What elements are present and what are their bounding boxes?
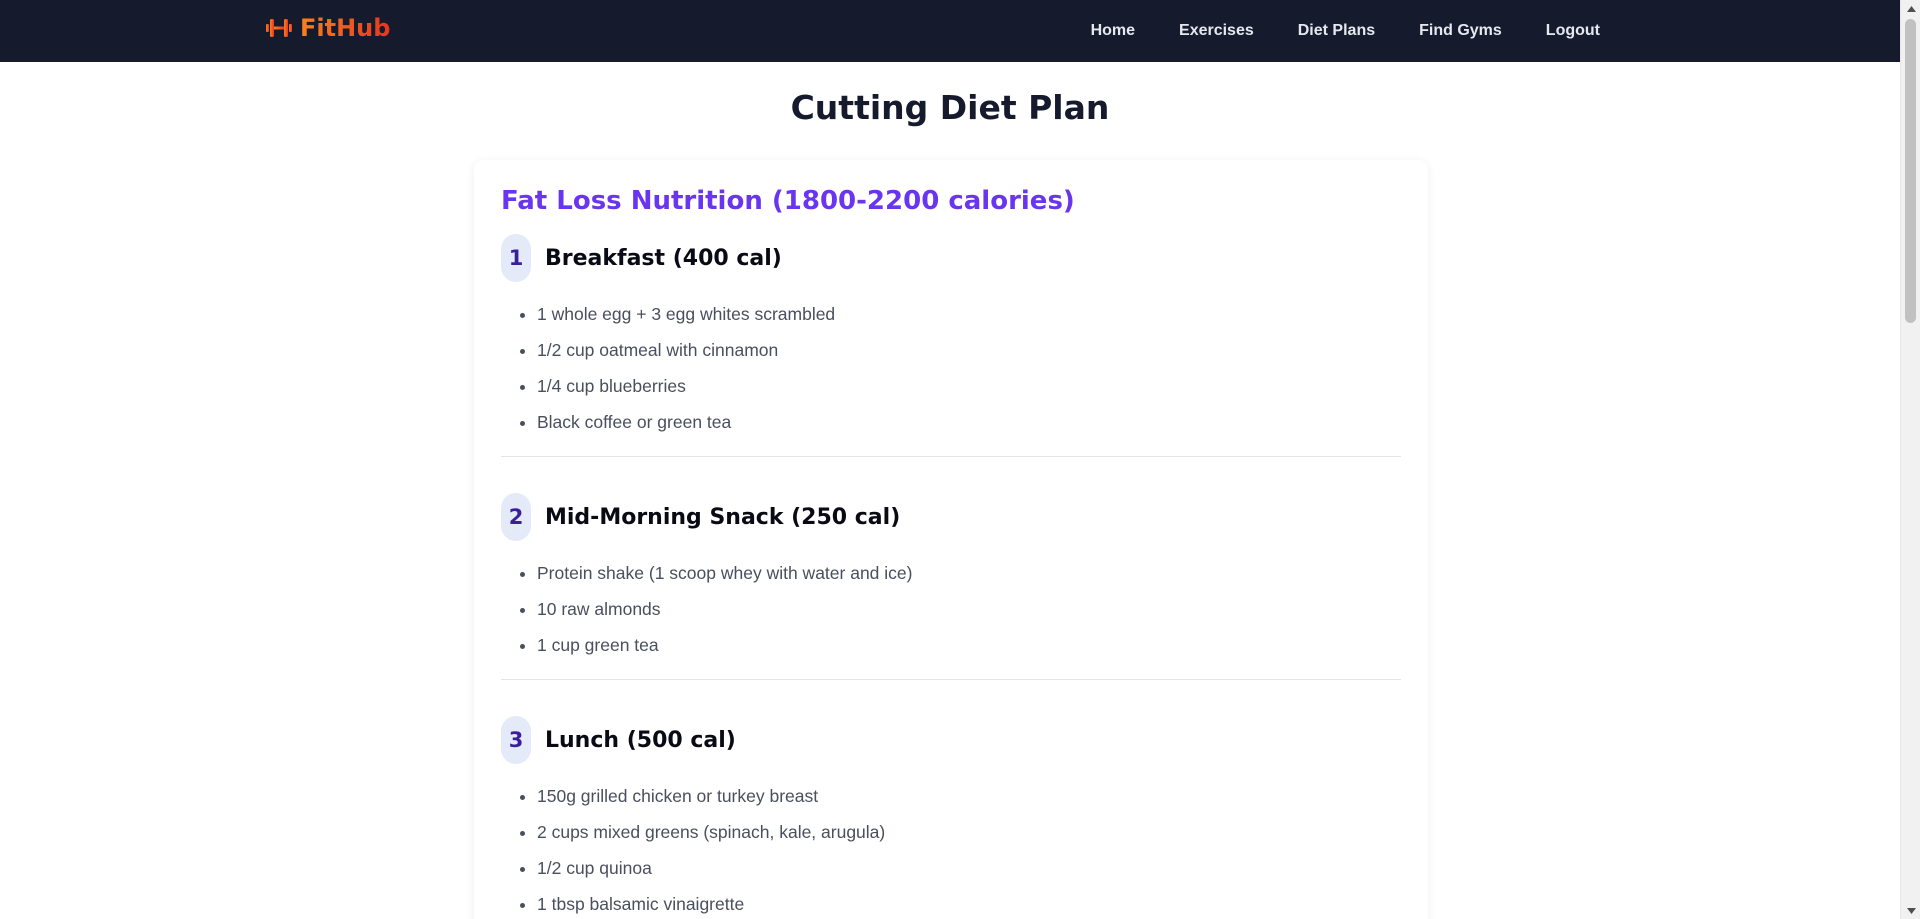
meal-item: 1 whole egg + 3 egg whites scrambled: [537, 296, 1401, 332]
page-viewport: FitHub Home Exercises Diet Plans Find Gy…: [0, 0, 1920, 919]
nav-link-find-gyms[interactable]: Find Gyms: [1397, 22, 1524, 40]
meal-section: 2 Mid-Morning Snack (250 cal) Protein sh…: [501, 493, 1401, 680]
meal-item: 1/2 cup oatmeal with cinnamon: [537, 332, 1401, 368]
meal-items-list: 1 whole egg + 3 egg whites scrambled 1/2…: [501, 296, 1401, 440]
meal-section: 1 Breakfast (400 cal) 1 whole egg + 3 eg…: [501, 234, 1401, 457]
meal-items-list: Protein shake (1 scoop whey with water a…: [501, 555, 1401, 663]
nav-link-diet-plans[interactable]: Diet Plans: [1276, 22, 1397, 40]
brand-name: FitHub: [300, 14, 391, 42]
meal-item: 1 tbsp balsamic vinaigrette: [537, 886, 1401, 919]
meal-number-badge: 2: [501, 493, 531, 541]
meal-divider: [501, 679, 1401, 680]
meal-section: 3 Lunch (500 cal) 150g grilled chicken o…: [501, 716, 1401, 919]
scroll-down-arrow-icon[interactable]: [1901, 902, 1920, 919]
meal-item: 1/2 cup quinoa: [537, 850, 1401, 886]
nav-link-home[interactable]: Home: [1069, 22, 1157, 40]
meal-number-badge: 3: [501, 716, 531, 764]
meal-title: Mid-Morning Snack (250 cal): [545, 504, 901, 530]
vertical-scrollbar[interactable]: [1900, 0, 1920, 919]
nav-item-logout: Logout: [1524, 22, 1622, 40]
plan-heading: Fat Loss Nutrition (1800-2200 calories): [501, 186, 1075, 216]
nav-item-diet-plans: Diet Plans: [1276, 22, 1397, 40]
page-title: Cutting Diet Plan: [790, 88, 1110, 127]
scroll-up-arrow-icon[interactable]: [1901, 0, 1920, 17]
nav-item-find-gyms: Find Gyms: [1397, 22, 1524, 40]
meal-divider: [501, 456, 1401, 457]
meal-item: Protein shake (1 scoop whey with water a…: [537, 555, 1401, 591]
meal-title: Breakfast (400 cal): [545, 245, 782, 271]
brand-logo-link[interactable]: FitHub: [266, 14, 390, 42]
nav-link-logout[interactable]: Logout: [1524, 22, 1622, 40]
nav-links: Home Exercises Diet Plans Find Gyms Logo…: [1069, 0, 1622, 62]
dumbbell-icon: [266, 15, 292, 41]
meal-items-list: 150g grilled chicken or turkey breast 2 …: [501, 778, 1401, 919]
nav-item-home: Home: [1069, 22, 1157, 40]
meal-item: Black coffee or green tea: [537, 404, 1401, 440]
top-navbar: FitHub Home Exercises Diet Plans Find Gy…: [0, 0, 1900, 62]
meal-item: 1 cup green tea: [537, 627, 1401, 663]
scrollbar-thumb[interactable]: [1905, 19, 1916, 323]
meal-header: 1 Breakfast (400 cal): [501, 234, 1401, 282]
meal-item: 150g grilled chicken or turkey breast: [537, 778, 1401, 814]
meal-title: Lunch (500 cal): [545, 727, 736, 753]
meal-item: 1/4 cup blueberries: [537, 368, 1401, 404]
meal-item: 2 cups mixed greens (spinach, kale, arug…: [537, 814, 1401, 850]
diet-plan-card: Fat Loss Nutrition (1800-2200 calories) …: [474, 160, 1428, 919]
nav-item-exercises: Exercises: [1157, 22, 1276, 40]
meal-item: 10 raw almonds: [537, 591, 1401, 627]
meal-header: 3 Lunch (500 cal): [501, 716, 1401, 764]
meal-header: 2 Mid-Morning Snack (250 cal): [501, 493, 1401, 541]
nav-link-exercises[interactable]: Exercises: [1157, 22, 1276, 40]
meal-number-badge: 1: [501, 234, 531, 282]
